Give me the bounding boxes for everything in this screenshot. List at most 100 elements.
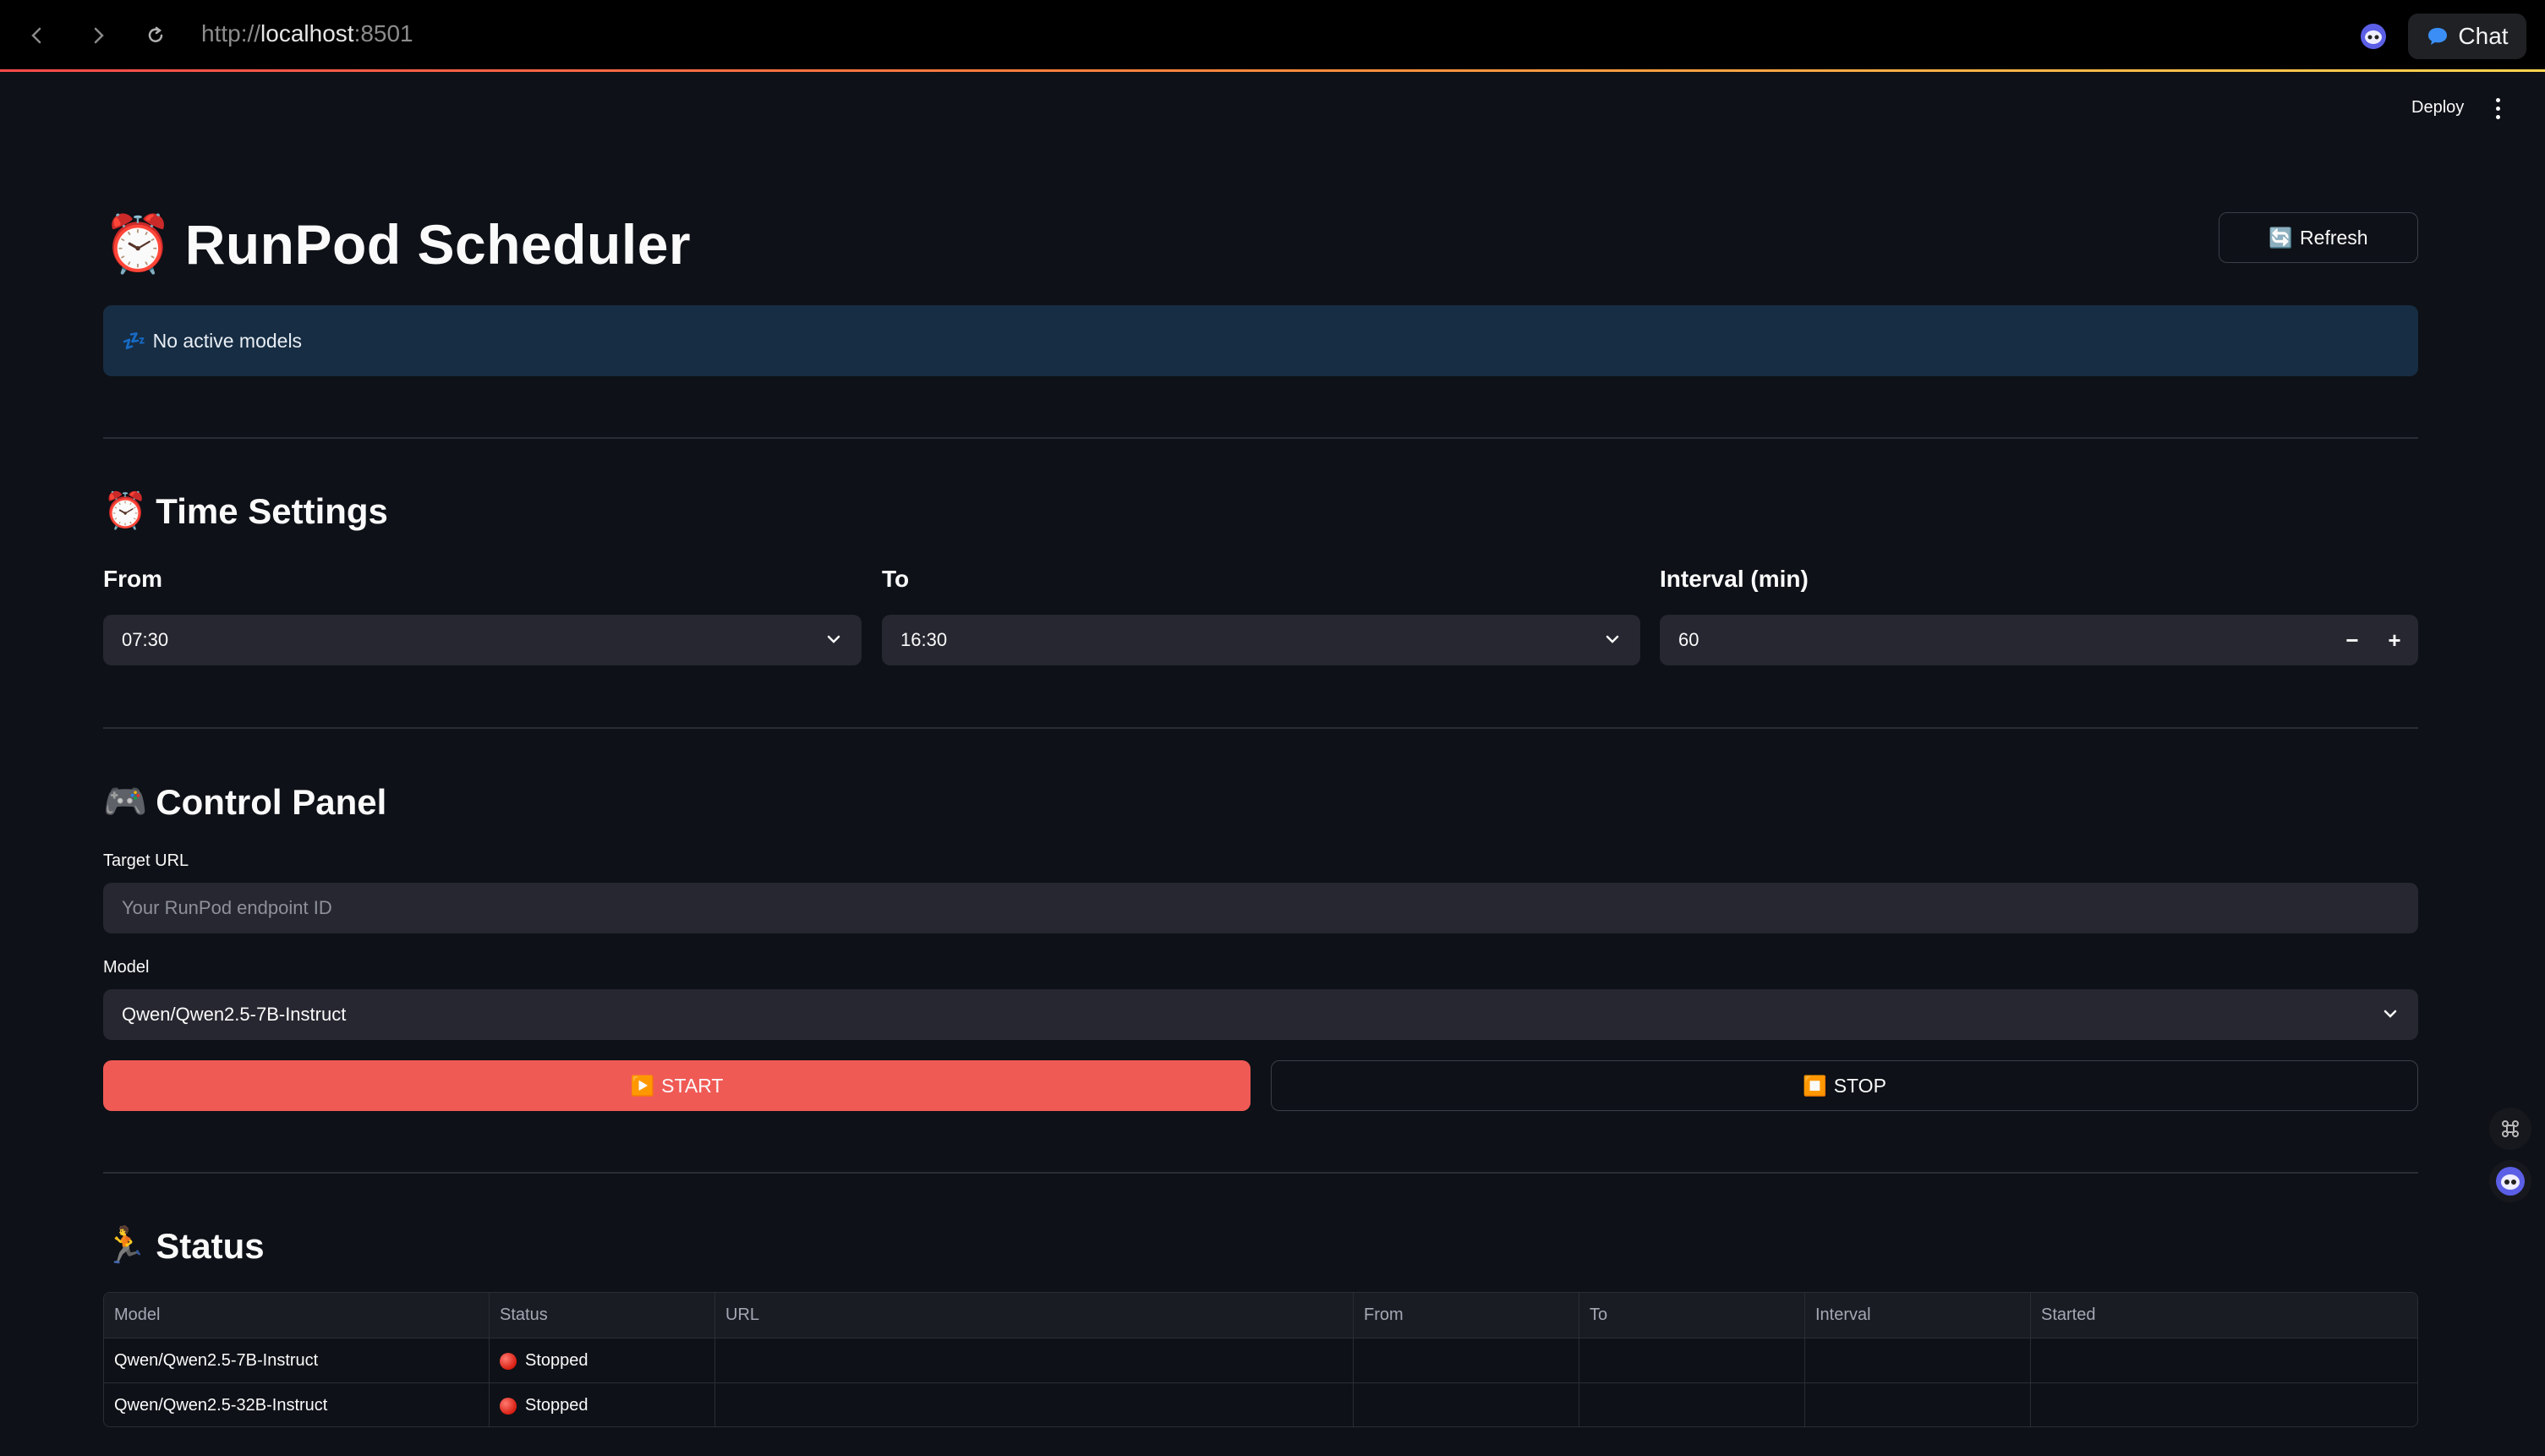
status-text: Stopped bbox=[525, 1351, 588, 1370]
interval-value[interactable]: 60 bbox=[1678, 629, 1699, 651]
chevron-left-icon bbox=[31, 27, 41, 44]
kebab-dot bbox=[2495, 106, 2500, 111]
runner-icon: 🏃 bbox=[103, 1225, 148, 1265]
time-settings-heading: ⏰ Time Settings bbox=[103, 490, 388, 532]
from-time-value: 07:30 bbox=[122, 629, 169, 650]
url-cell bbox=[715, 1338, 1354, 1383]
chat-button[interactable]: Chat bbox=[2408, 14, 2526, 59]
to-cell bbox=[1579, 1338, 1805, 1383]
info-alert: 💤 No active models bbox=[103, 305, 2418, 376]
play-icon: ▶️ bbox=[630, 1074, 655, 1097]
reload-icon bbox=[148, 26, 163, 42]
column-header[interactable]: Status bbox=[490, 1293, 715, 1338]
time-settings-heading-text: Time Settings bbox=[156, 490, 388, 531]
table-row[interactable]: Qwen/Qwen2.5-7B-Instruct Stopped bbox=[104, 1338, 2417, 1383]
started-cell bbox=[2031, 1383, 2417, 1426]
column-header[interactable]: Started bbox=[2031, 1293, 2417, 1338]
refresh-label: Refresh bbox=[2300, 226, 2368, 249]
game-controller-icon: 🎮 bbox=[103, 781, 148, 821]
chevron-down-icon bbox=[827, 635, 840, 643]
stop-label: STOP bbox=[1833, 1074, 1886, 1097]
target-url-placeholder: Your RunPod endpoint ID bbox=[122, 897, 332, 918]
table-header-row: Model Status URL From To Interval Starte… bbox=[104, 1293, 2417, 1338]
interval-number-input[interactable]: 60 − + bbox=[1660, 615, 2418, 665]
kebab-dot bbox=[2495, 97, 2500, 102]
address-bar[interactable]: http://localhost:8501 bbox=[201, 20, 413, 47]
refresh-icon: 🔄 bbox=[2269, 226, 2294, 249]
assistant-icon-button[interactable] bbox=[2489, 1160, 2531, 1202]
target-url-label: Target URL bbox=[103, 851, 189, 870]
to-time-value: 16:30 bbox=[900, 629, 948, 650]
from-cell bbox=[1354, 1383, 1579, 1426]
started-cell bbox=[2031, 1338, 2417, 1383]
extension-icon[interactable] bbox=[2359, 22, 2388, 51]
model-select[interactable]: Qwen/Qwen2.5-7B-Instruct bbox=[103, 989, 2418, 1040]
model-label: Model bbox=[103, 958, 150, 977]
browser-toolbar: http://localhost:8501 Chat bbox=[0, 0, 2545, 71]
reload-button[interactable] bbox=[139, 19, 172, 52]
chevron-right-icon bbox=[94, 27, 104, 44]
start-button[interactable]: ▶️ START bbox=[103, 1060, 1251, 1111]
page-title-text: RunPod Scheduler bbox=[184, 213, 692, 276]
status-heading: 🏃 Status bbox=[103, 1225, 265, 1267]
command-key-icon bbox=[2502, 1120, 2519, 1137]
alarm-clock-icon: ⏰ bbox=[103, 490, 148, 530]
model-cell: Qwen/Qwen2.5-7B-Instruct bbox=[104, 1338, 490, 1383]
divider bbox=[103, 727, 2418, 729]
column-header[interactable]: Model bbox=[104, 1293, 490, 1338]
assistant-bot-icon bbox=[2496, 1167, 2525, 1196]
to-cell bbox=[1579, 1383, 1805, 1426]
sleep-icon: 💤 bbox=[122, 329, 146, 352]
model-cell: Qwen/Qwen2.5-32B-Instruct bbox=[104, 1383, 490, 1426]
status-heading-text: Status bbox=[156, 1225, 265, 1266]
control-panel-heading: 🎮 Control Panel bbox=[103, 781, 386, 823]
decrement-button[interactable]: − bbox=[2332, 615, 2373, 665]
to-time-select[interactable]: 16:30 bbox=[882, 615, 1640, 665]
deploy-button[interactable]: Deploy bbox=[2411, 98, 2464, 118]
main-menu-button[interactable] bbox=[2489, 93, 2506, 123]
back-button[interactable] bbox=[20, 19, 54, 52]
from-cell bbox=[1354, 1338, 1579, 1383]
url-scheme: http:// bbox=[201, 20, 261, 47]
status-cell: Stopped bbox=[490, 1383, 715, 1426]
column-header[interactable]: To bbox=[1579, 1293, 1805, 1338]
command-key-icon-button[interactable] bbox=[2489, 1108, 2531, 1150]
column-header[interactable]: From bbox=[1354, 1293, 1579, 1338]
alarm-clock-icon: ⏰ bbox=[103, 212, 173, 275]
table-row[interactable]: Qwen/Qwen2.5-32B-Instruct Stopped bbox=[104, 1382, 2417, 1426]
red-circle-icon bbox=[500, 1352, 517, 1370]
status-cell: Stopped bbox=[490, 1338, 715, 1383]
chevron-down-icon bbox=[2384, 1010, 2397, 1018]
page-title: ⏰ RunPod Scheduler bbox=[103, 211, 691, 277]
increment-button[interactable]: + bbox=[2374, 615, 2415, 665]
forward-button[interactable] bbox=[81, 19, 115, 52]
to-label: To bbox=[882, 566, 910, 592]
url-port: :8501 bbox=[353, 20, 413, 47]
red-circle-icon bbox=[500, 1397, 517, 1415]
stop-icon: ⏹️ bbox=[1803, 1074, 1827, 1097]
stop-button[interactable]: ⏹️ STOP bbox=[1271, 1060, 2418, 1111]
url-host: localhost bbox=[260, 20, 354, 47]
column-header[interactable]: URL bbox=[715, 1293, 1354, 1338]
interval-cell bbox=[1805, 1383, 2031, 1426]
interval-cell bbox=[1805, 1338, 2031, 1383]
column-header[interactable]: Interval bbox=[1805, 1293, 2031, 1338]
chat-bubble-icon bbox=[2428, 28, 2448, 45]
status-text: Stopped bbox=[525, 1396, 588, 1415]
control-panel-heading-text: Control Panel bbox=[156, 781, 387, 822]
divider bbox=[103, 1172, 2418, 1174]
kebab-dot bbox=[2495, 114, 2500, 119]
divider bbox=[103, 437, 2418, 439]
app-top-accent-bar bbox=[0, 69, 2545, 72]
start-label: START bbox=[661, 1074, 724, 1097]
chat-label: Chat bbox=[2458, 23, 2509, 49]
refresh-button[interactable]: 🔄 Refresh bbox=[2219, 212, 2418, 263]
url-cell bbox=[715, 1383, 1354, 1426]
model-value: Qwen/Qwen2.5-7B-Instruct bbox=[122, 1004, 347, 1025]
info-message: No active models bbox=[152, 329, 303, 352]
from-time-select[interactable]: 07:30 bbox=[103, 615, 862, 665]
from-label: From bbox=[103, 566, 162, 592]
target-url-input[interactable]: Your RunPod endpoint ID bbox=[103, 883, 2418, 933]
interval-label: Interval (min) bbox=[1660, 566, 1809, 592]
status-table[interactable]: Model Status URL From To Interval Starte… bbox=[103, 1292, 2418, 1427]
